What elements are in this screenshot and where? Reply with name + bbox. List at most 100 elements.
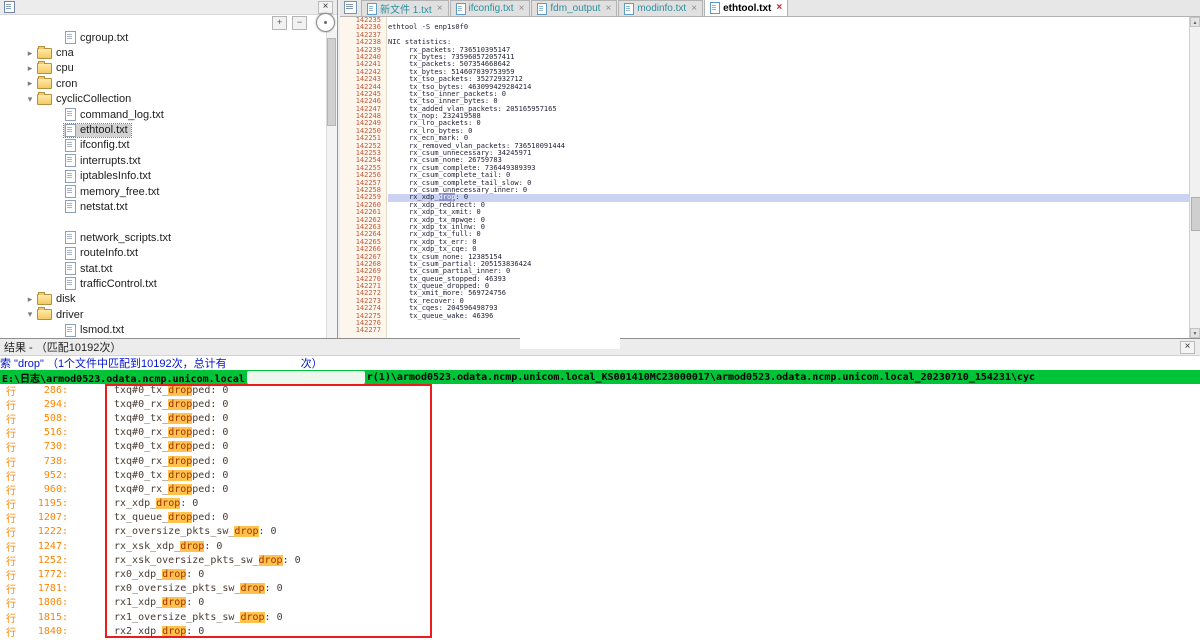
result-row[interactable]: 行1840:rx2_xdp_drop: 0: [0, 624, 1200, 638]
result-text-pre: rx_oversize_pkts_sw_: [114, 526, 234, 537]
tab-modinfo.txt[interactable]: modinfo.txt×: [618, 0, 703, 16]
chevron-right-icon[interactable]: ▸: [24, 78, 36, 89]
close-icon[interactable]: ×: [437, 4, 443, 14]
result-file-path[interactable]: E:\日志\armod0523.odata.ncmp.unicom.local …: [0, 370, 1200, 384]
result-row[interactable]: 行286:txq#0_tx_dropped: 0: [0, 383, 1200, 397]
chevron-right-icon[interactable]: ▸: [24, 63, 36, 74]
expand-all-icon[interactable]: +: [272, 16, 287, 30]
document-list-icon[interactable]: [344, 1, 357, 14]
result-text-post: ped: 0: [192, 456, 228, 467]
editor-scrollbar-thumb[interactable]: [1191, 197, 1200, 231]
search-match: drop: [168, 470, 192, 481]
tree-file-item[interactable]: iptablesInfo.txt: [0, 169, 327, 184]
file-icon: [65, 170, 76, 183]
tree-file-item[interactable]: ethtool.txt: [0, 122, 327, 137]
result-text-post: ped: 0: [192, 399, 228, 410]
result-row[interactable]: 行1195:rx_xdp_drop: 0: [0, 497, 1200, 511]
scroll-up-icon[interactable]: ▲: [1190, 17, 1200, 27]
close-icon[interactable]: ×: [605, 4, 611, 14]
result-text-pre: rx_xsk_oversize_pkts_sw_: [114, 555, 259, 566]
tree-file-item[interactable]: ifconfig.txt: [0, 138, 327, 153]
tab-label: ethtool.txt: [723, 3, 771, 14]
editor-line[interactable]: 142272 tx_xmit_more: 569724756: [340, 290, 1189, 297]
tree-item-label: ethtool.txt: [80, 124, 128, 136]
tree-item: disk: [36, 293, 79, 305]
tree-file-item[interactable]: netstat.txt: [0, 199, 327, 214]
tab-ifconfig.txt[interactable]: ifconfig.txt×: [450, 0, 531, 16]
tree-folder-item[interactable]: ▸cna: [0, 45, 327, 60]
result-row[interactable]: 行738:txq#0_rx_dropped: 0: [0, 454, 1200, 468]
result-text-post: ped: 0: [192, 441, 228, 452]
scroll-down-icon[interactable]: ▼: [1190, 328, 1200, 338]
result-row[interactable]: 行1772:rx0_xdp_drop: 0: [0, 567, 1200, 581]
tab-ethtool.txt[interactable]: ethtool.txt ×: [704, 0, 788, 16]
chevron-down-icon[interactable]: ▾: [24, 309, 36, 320]
result-row[interactable]: 行730:txq#0_tx_dropped: 0: [0, 440, 1200, 454]
text-editor[interactable]: 142235142236ethtool -S enp1s0f0142237142…: [340, 17, 1189, 338]
editor-line[interactable]: 142275 tx_queue_wake: 46396: [340, 313, 1189, 320]
result-row[interactable]: 行508:txq#0_tx_dropped: 0: [0, 411, 1200, 425]
close-icon[interactable]: ×: [691, 4, 697, 14]
tree-file-item[interactable]: lsmod.txt: [0, 322, 327, 337]
line-text: rx_xdp_tx_xmit: 0: [388, 209, 1189, 216]
editor-line[interactable]: 142277: [340, 327, 1189, 334]
chevron-right-icon[interactable]: ▸: [24, 48, 36, 59]
line-text: tx_nop: 232419588: [388, 113, 1189, 120]
file-icon: [65, 185, 76, 198]
result-row[interactable]: 行952:txq#0_tx_dropped: 0: [0, 468, 1200, 482]
result-row[interactable]: 行1222:rx_oversize_pkts_sw_drop: 0: [0, 525, 1200, 539]
line-text: rx_lro_bytes: 0: [388, 128, 1189, 135]
tree-folder-item[interactable]: ▸disk: [0, 292, 327, 307]
tree-file-item[interactable]: stat.txt: [0, 261, 327, 276]
editor-line[interactable]: 142236ethtool -S enp1s0f0: [340, 24, 1189, 31]
tree-folder-item[interactable]: ▸cpu: [0, 61, 327, 76]
editor-scrollbar[interactable]: ▲ ▼: [1189, 17, 1200, 338]
close-icon[interactable]: ×: [1180, 341, 1195, 354]
search-match: drop: [168, 427, 192, 438]
editor-lines: 142235142236ethtool -S enp1s0f0142237142…: [340, 17, 1189, 335]
tree-file-item[interactable]: network_scripts.txt: [0, 230, 327, 245]
tab-新文件 1.txt[interactable]: 新文件 1.txt×: [361, 0, 449, 16]
tree-file-item[interactable]: trafficControl.txt: [0, 276, 327, 291]
result-row[interactable]: 行1207:tx_queue_dropped: 0: [0, 511, 1200, 525]
chevron-right-icon[interactable]: ▸: [24, 294, 36, 305]
search-match: drop: [162, 626, 186, 637]
tree-item: cgroup.txt: [64, 31, 131, 44]
search-match: drop: [168, 484, 192, 495]
tree-item: memory_free.txt: [64, 185, 162, 198]
close-icon[interactable]: ×: [519, 4, 525, 14]
tree-folder-item[interactable]: ▾cyclicCollection: [0, 92, 327, 107]
chevron-down-icon[interactable]: ▾: [24, 94, 36, 105]
tree-folder-item[interactable]: ▾driver: [0, 307, 327, 322]
result-row[interactable]: 行1806:rx1_xdp_drop: 0: [0, 596, 1200, 610]
result-line-number: 1806:: [16, 597, 68, 608]
result-line-number: 952:: [16, 470, 68, 481]
tree-file-item[interactable]: cgroup.txt: [0, 30, 327, 45]
tree-item-label: cgroup.txt: [80, 32, 128, 44]
file-icon: [65, 200, 76, 213]
tree-file-item[interactable]: routeInfo.txt: [0, 245, 327, 260]
result-row[interactable]: 行516:txq#0_rx_dropped: 0: [0, 426, 1200, 440]
tree-file-item[interactable]: memory_free.txt: [0, 184, 327, 199]
result-row[interactable]: 行1815:rx1_oversize_pkts_sw_drop: 0: [0, 610, 1200, 624]
collapse-all-icon[interactable]: −: [292, 16, 307, 30]
result-line-prefix: 行: [0, 411, 16, 426]
tab-fdm_output[interactable]: fdm_output×: [531, 0, 617, 16]
tree-folder-item[interactable]: ▸cron: [0, 76, 327, 91]
result-line-prefix: 行: [0, 595, 16, 610]
result-row[interactable]: 行1781:rx0_oversize_pkts_sw_drop: 0: [0, 582, 1200, 596]
tree-file-item[interactable]: interrupts.txt: [0, 153, 327, 168]
tree-scrollbar[interactable]: [326, 30, 337, 338]
tree-scrollbar-thumb[interactable]: [327, 38, 336, 126]
result-text-post: : 0: [186, 626, 204, 637]
result-row[interactable]: 行960:txq#0_rx_dropped: 0: [0, 482, 1200, 496]
editor-line[interactable]: 142237: [340, 32, 1189, 39]
close-icon[interactable]: ×: [318, 1, 333, 14]
result-row[interactable]: 行1247:rx_xsk_xdp_drop: 0: [0, 539, 1200, 553]
close-icon[interactable]: ×: [776, 3, 782, 13]
result-row[interactable]: 行1252:rx_xsk_oversize_pkts_sw_drop: 0: [0, 553, 1200, 567]
editor-line[interactable]: 142276: [340, 320, 1189, 327]
result-line-prefix: 行: [0, 454, 16, 469]
result-row[interactable]: 行294:txq#0_rx_dropped: 0: [0, 397, 1200, 411]
tree-file-item[interactable]: command_log.txt: [0, 107, 327, 122]
